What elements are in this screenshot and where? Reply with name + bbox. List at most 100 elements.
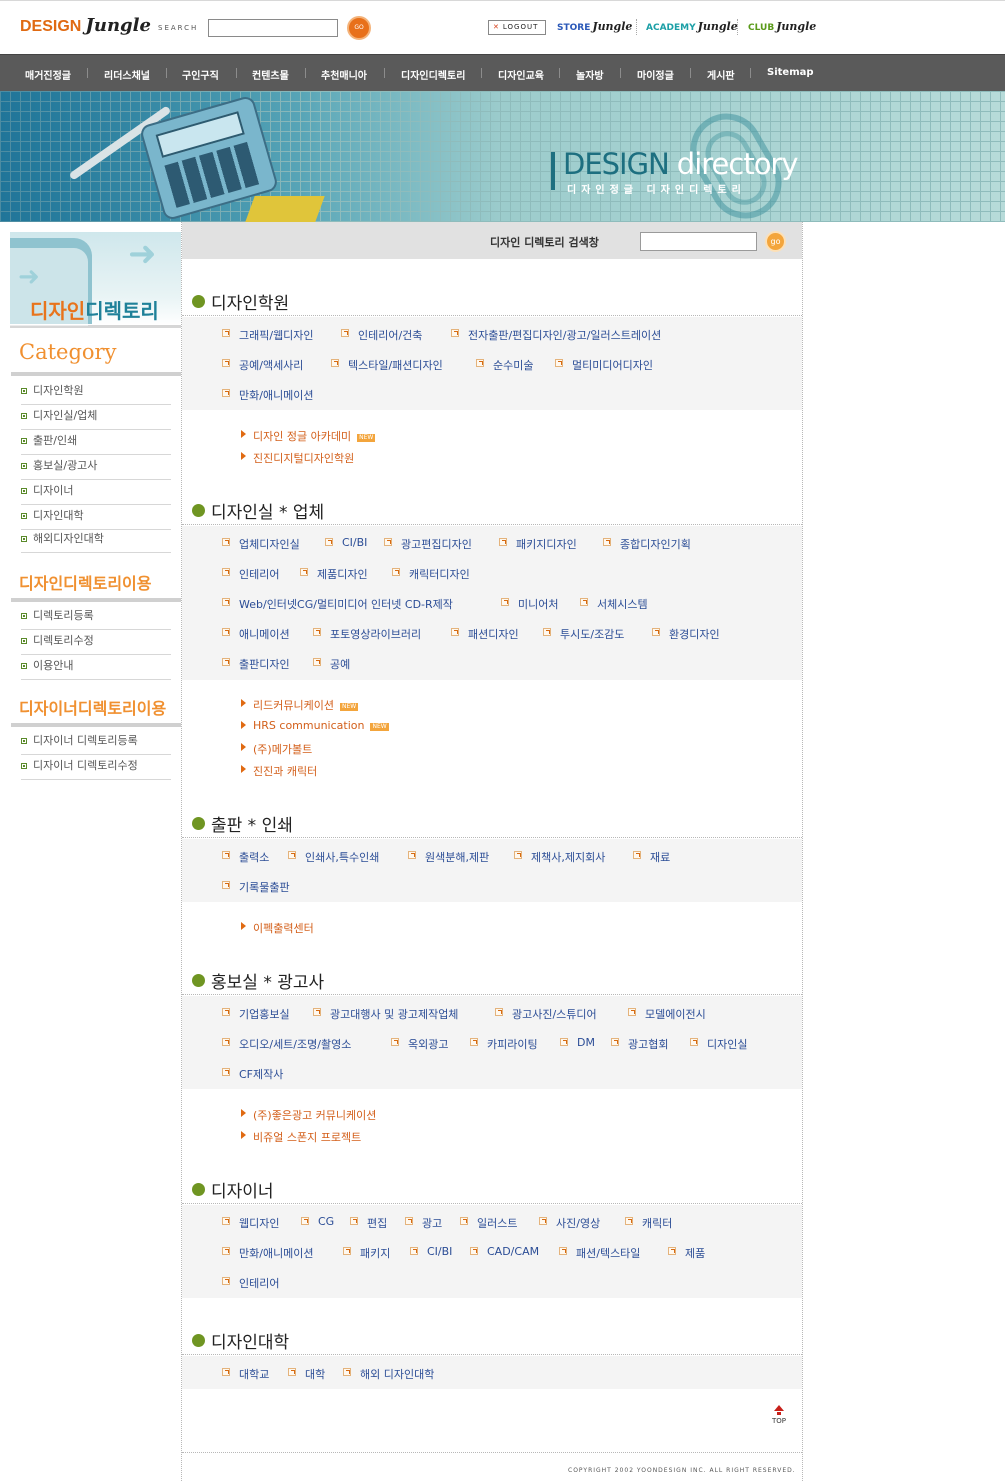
- subcategory-link[interactable]: 공예: [313, 656, 350, 672]
- subcategory-link[interactable]: 광고편집디자인: [384, 536, 472, 552]
- subcategory-link[interactable]: 인쇄사,특수인쇄: [288, 849, 379, 865]
- academy-jungle-link[interactable]: ACADEMY Jungle: [646, 20, 738, 33]
- sidebar-designer-item[interactable]: 디자이너 디렉토리등록: [21, 731, 171, 755]
- subcategory-link[interactable]: 애니메이션: [222, 626, 290, 642]
- subcategory-link[interactable]: 만화/애니메이션: [222, 1245, 314, 1261]
- subcategory-link[interactable]: CI/BI: [410, 1245, 452, 1258]
- subcategory-link[interactable]: 웹디자인: [222, 1215, 279, 1231]
- logout-button[interactable]: ✕ LOGOUT: [488, 20, 546, 35]
- section-heading[interactable]: 디자이너: [192, 1177, 802, 1202]
- subcategory-link[interactable]: CF제작사: [222, 1066, 283, 1082]
- subcategory-link[interactable]: 광고: [405, 1215, 442, 1231]
- site-logo[interactable]: DESIGN Jungle: [20, 15, 151, 36]
- subcategory-link[interactable]: 인테리어: [222, 1275, 279, 1291]
- sidebar-category-item[interactable]: 디자이너: [21, 481, 171, 505]
- section-heading[interactable]: 디자인대학: [192, 1328, 802, 1353]
- subcategory-link[interactable]: 그래픽/웹디자인: [222, 327, 314, 343]
- subcategory-link[interactable]: 패션디자인: [451, 626, 519, 642]
- directory-search-input[interactable]: [640, 232, 757, 251]
- subcategory-link[interactable]: 패션/텍스타일: [559, 1245, 640, 1261]
- subcategory-link[interactable]: 일러스트: [460, 1215, 517, 1231]
- nav-item[interactable]: 구인구직: [182, 67, 219, 82]
- subcategory-link[interactable]: 만화/애니메이션: [222, 387, 314, 403]
- subcategory-link[interactable]: 광고대행사 및 광고제작업체: [313, 1006, 458, 1022]
- featured-listing[interactable]: 진진디지털디자인학원: [241, 450, 354, 466]
- store-jungle-link[interactable]: STORE Jungle: [557, 20, 632, 33]
- nav-item[interactable]: 컨텐츠몰: [252, 67, 289, 82]
- subcategory-link[interactable]: 재료: [633, 849, 670, 865]
- sidebar-category-item[interactable]: 출판/인쇄: [21, 431, 171, 455]
- subcategory-link[interactable]: 포토영상라이브러리: [313, 626, 421, 642]
- subcategory-link[interactable]: 카피라이팅: [470, 1036, 538, 1052]
- subcategory-link[interactable]: 모델에이전시: [628, 1006, 706, 1022]
- nav-item[interactable]: 추천매니아: [321, 67, 367, 82]
- subcategory-link[interactable]: 해외 디자인대학: [343, 1366, 434, 1382]
- subcategory-link[interactable]: DM: [560, 1036, 595, 1049]
- subcategory-link[interactable]: 대학교: [222, 1366, 269, 1382]
- subcategory-link[interactable]: CI/BI: [325, 536, 367, 549]
- nav-item[interactable]: 놀자방: [576, 67, 604, 82]
- section-heading[interactable]: 디자인학원: [192, 289, 802, 314]
- nav-item[interactable]: 마이정글: [637, 67, 674, 82]
- sidebar-category-item[interactable]: 홍보실/광고사: [21, 456, 171, 480]
- section-heading[interactable]: 출판 * 인쇄: [192, 811, 802, 836]
- featured-listing[interactable]: 리드커뮤니케이션 NEW: [241, 697, 359, 713]
- subcategory-link[interactable]: 출판디자인: [222, 656, 290, 672]
- subcategory-link[interactable]: 사진/영상: [539, 1215, 600, 1231]
- featured-listing[interactable]: 이펙출력센터: [241, 920, 314, 936]
- back-to-top-button[interactable]: TOP: [769, 1405, 789, 1425]
- subcategory-link[interactable]: 제품: [668, 1245, 705, 1261]
- nav-item[interactable]: Sitemap: [767, 67, 814, 78]
- subcategory-link[interactable]: 패키지: [343, 1245, 390, 1261]
- subcategory-link[interactable]: 광고협회: [611, 1036, 668, 1052]
- featured-listing[interactable]: HRS communication NEW: [241, 719, 389, 732]
- sidebar-category-item[interactable]: 해외디자인대학: [21, 529, 171, 553]
- subcategory-link[interactable]: 캐릭터: [625, 1215, 672, 1231]
- subcategory-link[interactable]: 미니어처: [501, 596, 558, 612]
- subcategory-link[interactable]: CAD/CAM: [470, 1245, 539, 1258]
- subcategory-link[interactable]: 옥외광고: [391, 1036, 448, 1052]
- sidebar-designer-item[interactable]: 디자이너 디렉토리수정: [21, 756, 171, 780]
- nav-item[interactable]: 리더스채널: [104, 67, 150, 82]
- subcategory-link[interactable]: 출력소: [222, 849, 269, 865]
- sidebar-usage-item[interactable]: 디렉토리수정: [21, 631, 171, 655]
- nav-item[interactable]: 디자인교육: [498, 67, 544, 82]
- subcategory-link[interactable]: 캐릭터디자인: [392, 566, 470, 582]
- subcategory-link[interactable]: 오디오/세트/조명/촬영소: [222, 1036, 351, 1052]
- sidebar-category-item[interactable]: 디자인학원: [21, 381, 171, 405]
- subcategory-link[interactable]: 기록물출판: [222, 879, 290, 895]
- subcategory-link[interactable]: Web/인터넷CG/멀티미디어 인터넷 CD-R제작: [222, 596, 453, 612]
- top-search-input[interactable]: [208, 19, 338, 37]
- subcategory-link[interactable]: 광고사진/스튜디어: [495, 1006, 597, 1022]
- section-heading[interactable]: 홍보실 * 광고사: [192, 968, 802, 993]
- featured-listing[interactable]: (주)메가볼트: [241, 741, 312, 757]
- subcategory-link[interactable]: 멀티미디어디자인: [555, 357, 653, 373]
- subcategory-link[interactable]: 패키지디자인: [499, 536, 577, 552]
- featured-listing[interactable]: 디자인 정글 아카데미 NEW: [241, 428, 376, 444]
- subcategory-link[interactable]: 순수미술: [476, 357, 533, 373]
- subcategory-link[interactable]: 인테리어/건축: [341, 327, 422, 343]
- sidebar-usage-item[interactable]: 디렉토리등록: [21, 606, 171, 630]
- subcategory-link[interactable]: 텍스타일/패션디자인: [331, 357, 443, 373]
- sidebar-category-item[interactable]: 디자인실/업체: [21, 406, 171, 430]
- featured-listing[interactable]: 진진과 캐릭터: [241, 763, 317, 779]
- subcategory-link[interactable]: 원색분해,제판: [408, 849, 489, 865]
- subcategory-link[interactable]: 인테리어: [222, 566, 279, 582]
- subcategory-link[interactable]: 종합디자인기획: [603, 536, 691, 552]
- sidebar-usage-item[interactable]: 이용안내: [21, 656, 171, 680]
- subcategory-link[interactable]: CG: [301, 1215, 334, 1228]
- nav-item[interactable]: 매거진정글: [25, 67, 71, 82]
- subcategory-link[interactable]: 투시도/조감도: [543, 626, 624, 642]
- subcategory-link[interactable]: 편집: [350, 1215, 387, 1231]
- subcategory-link[interactable]: 제품디자인: [300, 566, 368, 582]
- subcategory-link[interactable]: 공예/액세사리: [222, 357, 303, 373]
- nav-item[interactable]: 게시판: [707, 67, 735, 82]
- subcategory-link[interactable]: 환경디자인: [652, 626, 720, 642]
- section-heading[interactable]: 디자인실 * 업체: [192, 498, 802, 523]
- sidebar-category-item[interactable]: 디자인대학: [21, 506, 171, 530]
- subcategory-link[interactable]: 기업홍보실: [222, 1006, 290, 1022]
- subcategory-link[interactable]: 서체시스템: [580, 596, 648, 612]
- directory-search-go-button[interactable]: go: [765, 231, 786, 252]
- subcategory-link[interactable]: 업체디자인실: [222, 536, 300, 552]
- club-jungle-link[interactable]: CLUB Jungle: [748, 20, 816, 33]
